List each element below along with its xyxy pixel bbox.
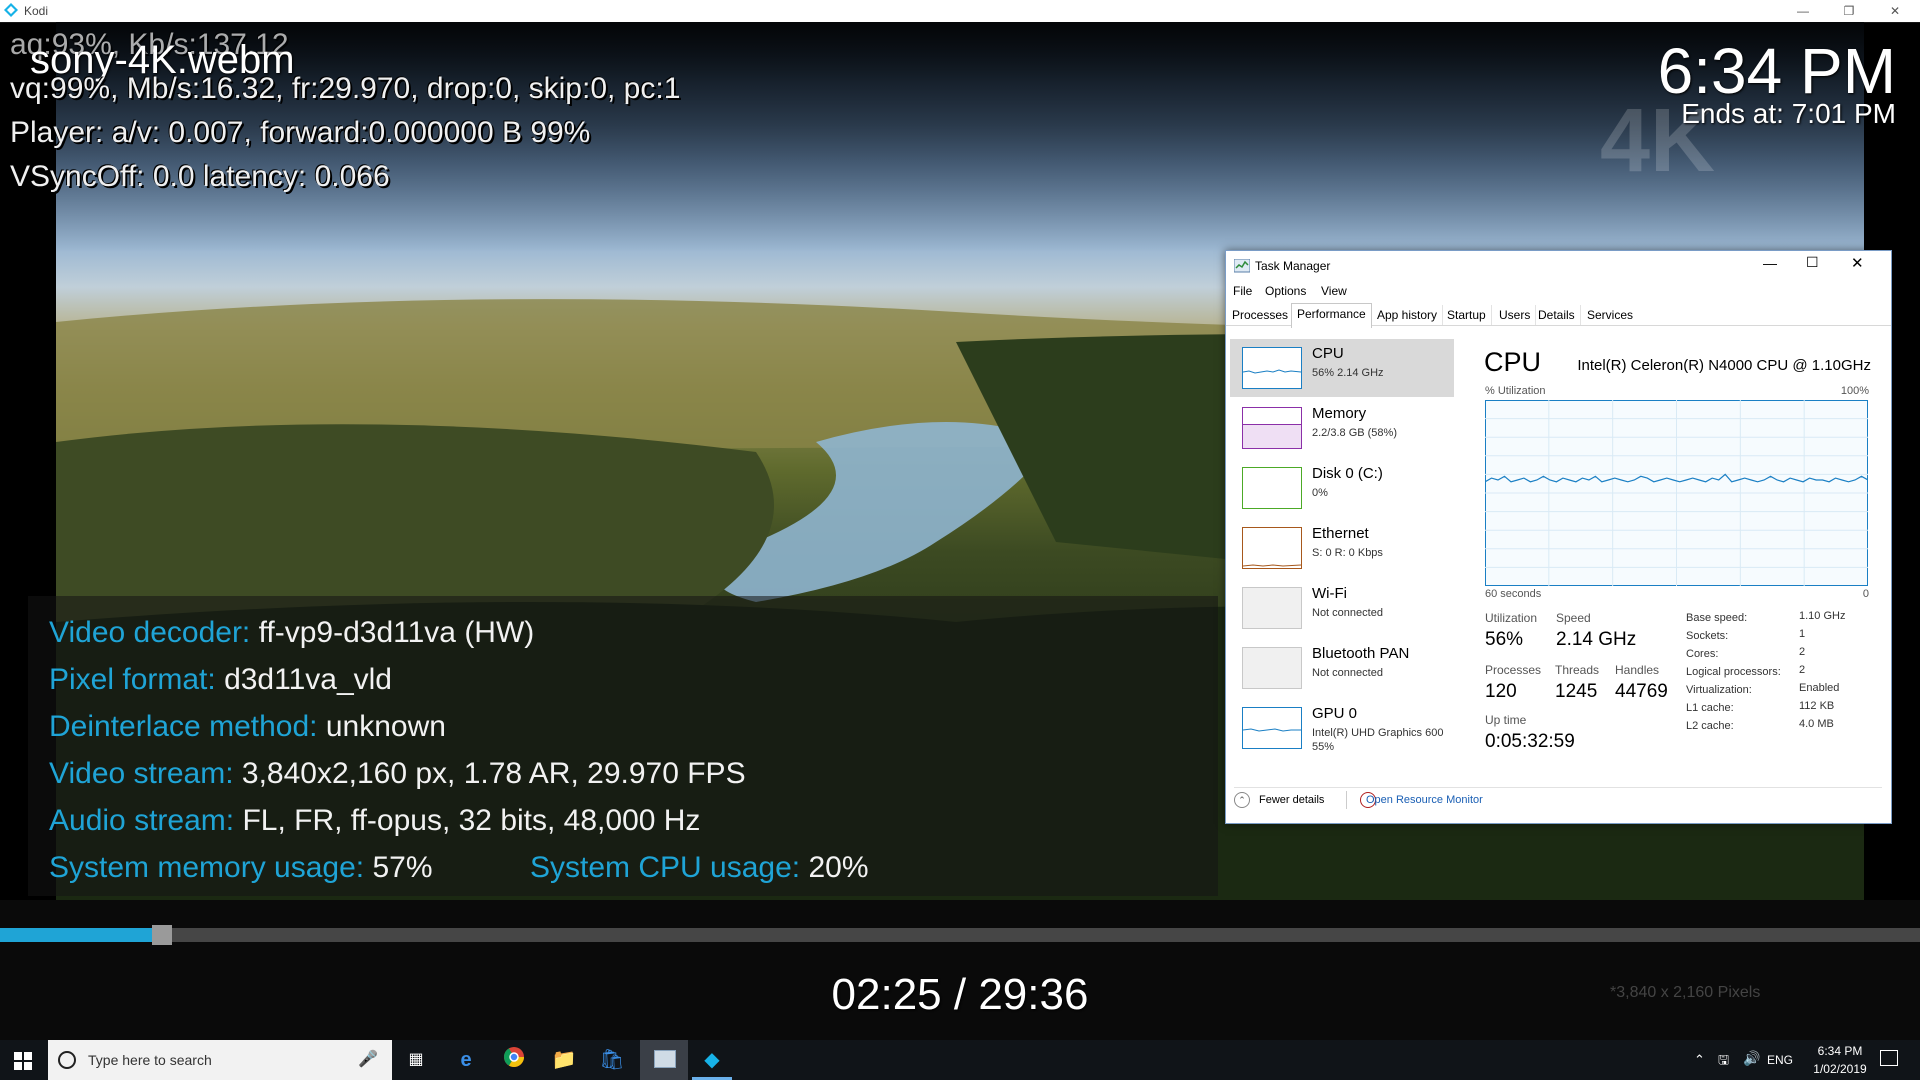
chevron-up-icon[interactable]: ⌃ [1694, 1052, 1705, 1068]
tm-minimize-button[interactable]: — [1763, 255, 1777, 271]
sidebar-item-disk[interactable]: Disk 0 (C:) 0% [1230, 459, 1454, 517]
graph-time-label: 60 seconds [1485, 588, 1542, 600]
chrome-icon[interactable] [500, 1046, 528, 1074]
cpu-thumbnail [1242, 347, 1302, 389]
sidebar-item-memory[interactable]: Memory 2.2/3.8 GB (58%) [1230, 399, 1454, 457]
sidebar-item-ethernet[interactable]: Ethernet S: 0 R: 0 Kbps [1230, 519, 1454, 577]
maximize-button[interactable]: ❐ [1826, 0, 1872, 22]
disk-thumbnail [1242, 467, 1302, 509]
window-title: Kodi [24, 4, 49, 18]
volume-icon[interactable]: 🔊 [1743, 1050, 1760, 1067]
tab-users[interactable]: Users [1494, 305, 1537, 325]
taskbar-active-task-manager[interactable] [640, 1040, 688, 1080]
memory-thumbnail [1242, 407, 1302, 449]
tray-date[interactable]: 1/02/2019 [1808, 1062, 1872, 1076]
seek-handle[interactable] [151, 925, 172, 945]
debug-player-line: Player: a/v: 0.007, forward:0.000000 B 9… [10, 116, 591, 149]
video-decoder-row: Video decoder: ff-vp9-d3d11va (HW) [49, 616, 535, 649]
language-indicator[interactable]: ENG [1767, 1053, 1793, 1067]
action-center-icon[interactable] [1880, 1050, 1898, 1066]
util-axis-label: % Utilization [1485, 385, 1546, 397]
threads-label: Threads [1555, 663, 1600, 677]
deinterlace-row: Deinterlace method: unknown [49, 710, 446, 743]
clock-time: 6:34 PM [1657, 35, 1896, 107]
tab-app-history[interactable]: App history [1372, 305, 1444, 325]
seek-bar[interactable] [0, 925, 1920, 945]
processes-label: Processes [1485, 663, 1542, 677]
minimize-button[interactable]: — [1780, 0, 1826, 22]
cpu-model: Intel(R) Celeron(R) N4000 CPU @ 1.10GHz [1577, 357, 1871, 374]
handles-value: 44769 [1615, 681, 1668, 702]
sidebar-item-wifi[interactable]: Wi-Fi Not connected [1230, 579, 1454, 637]
util-axis-max: 100% [1840, 385, 1869, 397]
utilization-label: Utilization [1485, 611, 1538, 625]
cpu-specs: Base speed: 1.10 GHz Sockets: 1 Cores: 2 Lo… [1686, 610, 1846, 732]
pixel-format-row: Pixel format: d3d11va_vld [49, 663, 392, 696]
debug-vsync-line: VSyncOff: 0.0 latency: 0.066 [10, 160, 390, 193]
menu-options[interactable]: Options [1265, 284, 1306, 298]
footer-divider [1234, 787, 1882, 788]
search-placeholder: Type here to search [88, 1052, 212, 1068]
task-manager-window[interactable]: Task Manager — ☐ ✕ File Options View Pro… [1225, 250, 1892, 824]
cortana-icon [58, 1051, 76, 1069]
task-manager-icon [1234, 259, 1250, 273]
threads-value: 1245 [1555, 681, 1598, 702]
tab-startup[interactable]: Startup [1442, 305, 1492, 325]
taskbar-search-box[interactable]: Type here to search 🎤 [48, 1040, 392, 1080]
edge-browser-icon[interactable]: e [452, 1046, 480, 1074]
tab-performance[interactable]: Performance [1291, 303, 1372, 328]
seek-bar-fill [0, 928, 156, 942]
video-stream-row: Video stream: 3,840x2,160 px, 1.78 AR, 2… [49, 757, 746, 790]
windows-start-icon[interactable] [14, 1052, 32, 1070]
footer-separator [1346, 791, 1347, 809]
tab-services[interactable]: Services [1582, 305, 1638, 325]
tab-processes[interactable]: Processes [1227, 305, 1295, 325]
ends-at: Ends at: 7:01 PM [1681, 98, 1896, 129]
resolution-note: *3,840 x 2,160 Pixels [1610, 984, 1761, 1001]
cpu-heading: CPU [1484, 347, 1542, 377]
sidebar-item-cpu[interactable]: CPU 56% 2.14 GHz [1230, 339, 1454, 397]
close-button[interactable]: ✕ [1872, 0, 1918, 22]
ethernet-thumbnail [1242, 527, 1302, 569]
menu-view[interactable]: View [1321, 284, 1347, 298]
debug-video-line: vq:99%, Mb/s:16.32, fr:29.970, drop:0, s… [10, 72, 681, 105]
sidebar-item-gpu[interactable]: GPU 0 Intel(R) UHD Graphics 600 55% [1230, 699, 1454, 761]
microphone-icon[interactable]: 🎤 [358, 1049, 378, 1069]
sidebar-item-bluetooth[interactable]: Bluetooth PAN Not connected [1230, 639, 1454, 697]
bluetooth-thumbnail [1242, 647, 1302, 689]
menu-file[interactable]: File [1233, 284, 1252, 298]
tray-time[interactable]: 6:34 PM [1808, 1044, 1872, 1058]
memory-usage-row: System memory usage: 57% [49, 851, 433, 884]
open-resource-monitor-link[interactable]: Open Resource Monitor [1366, 794, 1483, 806]
tm-maximize-button[interactable]: ☐ [1806, 254, 1819, 271]
audio-stream-row: Audio stream: FL, FR, ff-opus, 32 bits, … [49, 804, 701, 837]
uptime-value: 0:05:32:59 [1485, 731, 1575, 752]
cpu-usage-row: System CPU usage: 20% [530, 851, 869, 884]
task-view-icon[interactable]: ▦ [402, 1046, 430, 1074]
network-icon[interactable]: 🖫 [1718, 1051, 1729, 1073]
speed-value: 2.14 GHz [1556, 629, 1637, 650]
task-manager-title: Task Manager [1255, 259, 1331, 273]
tm-close-button[interactable]: ✕ [1851, 254, 1864, 272]
kodi-logo-icon [4, 3, 18, 17]
utilization-value: 56% [1485, 629, 1524, 650]
uptime-label: Up time [1485, 713, 1527, 727]
window-titlebar: Kodi — ❐ ✕ [0, 0, 1920, 23]
processes-value: 120 [1485, 681, 1517, 702]
task-manager-taskbar-icon [654, 1050, 676, 1068]
cpu-utilization-graph [1485, 400, 1868, 586]
wifi-thumbnail [1242, 587, 1302, 629]
speed-label: Speed [1556, 611, 1591, 625]
chevron-up-icon[interactable]: ⌃ [1234, 792, 1250, 808]
graph-min-label: 0 [1862, 588, 1869, 600]
kodi-taskbar-icon[interactable]: ◆ [698, 1046, 726, 1074]
fewer-details-link[interactable]: Fewer details [1259, 794, 1324, 806]
file-explorer-icon[interactable]: 📁 [550, 1046, 578, 1074]
handles-label: Handles [1615, 663, 1660, 677]
gpu-thumbnail [1242, 707, 1302, 749]
tab-details[interactable]: Details [1533, 305, 1581, 325]
store-icon[interactable]: 🛍 [598, 1046, 626, 1074]
